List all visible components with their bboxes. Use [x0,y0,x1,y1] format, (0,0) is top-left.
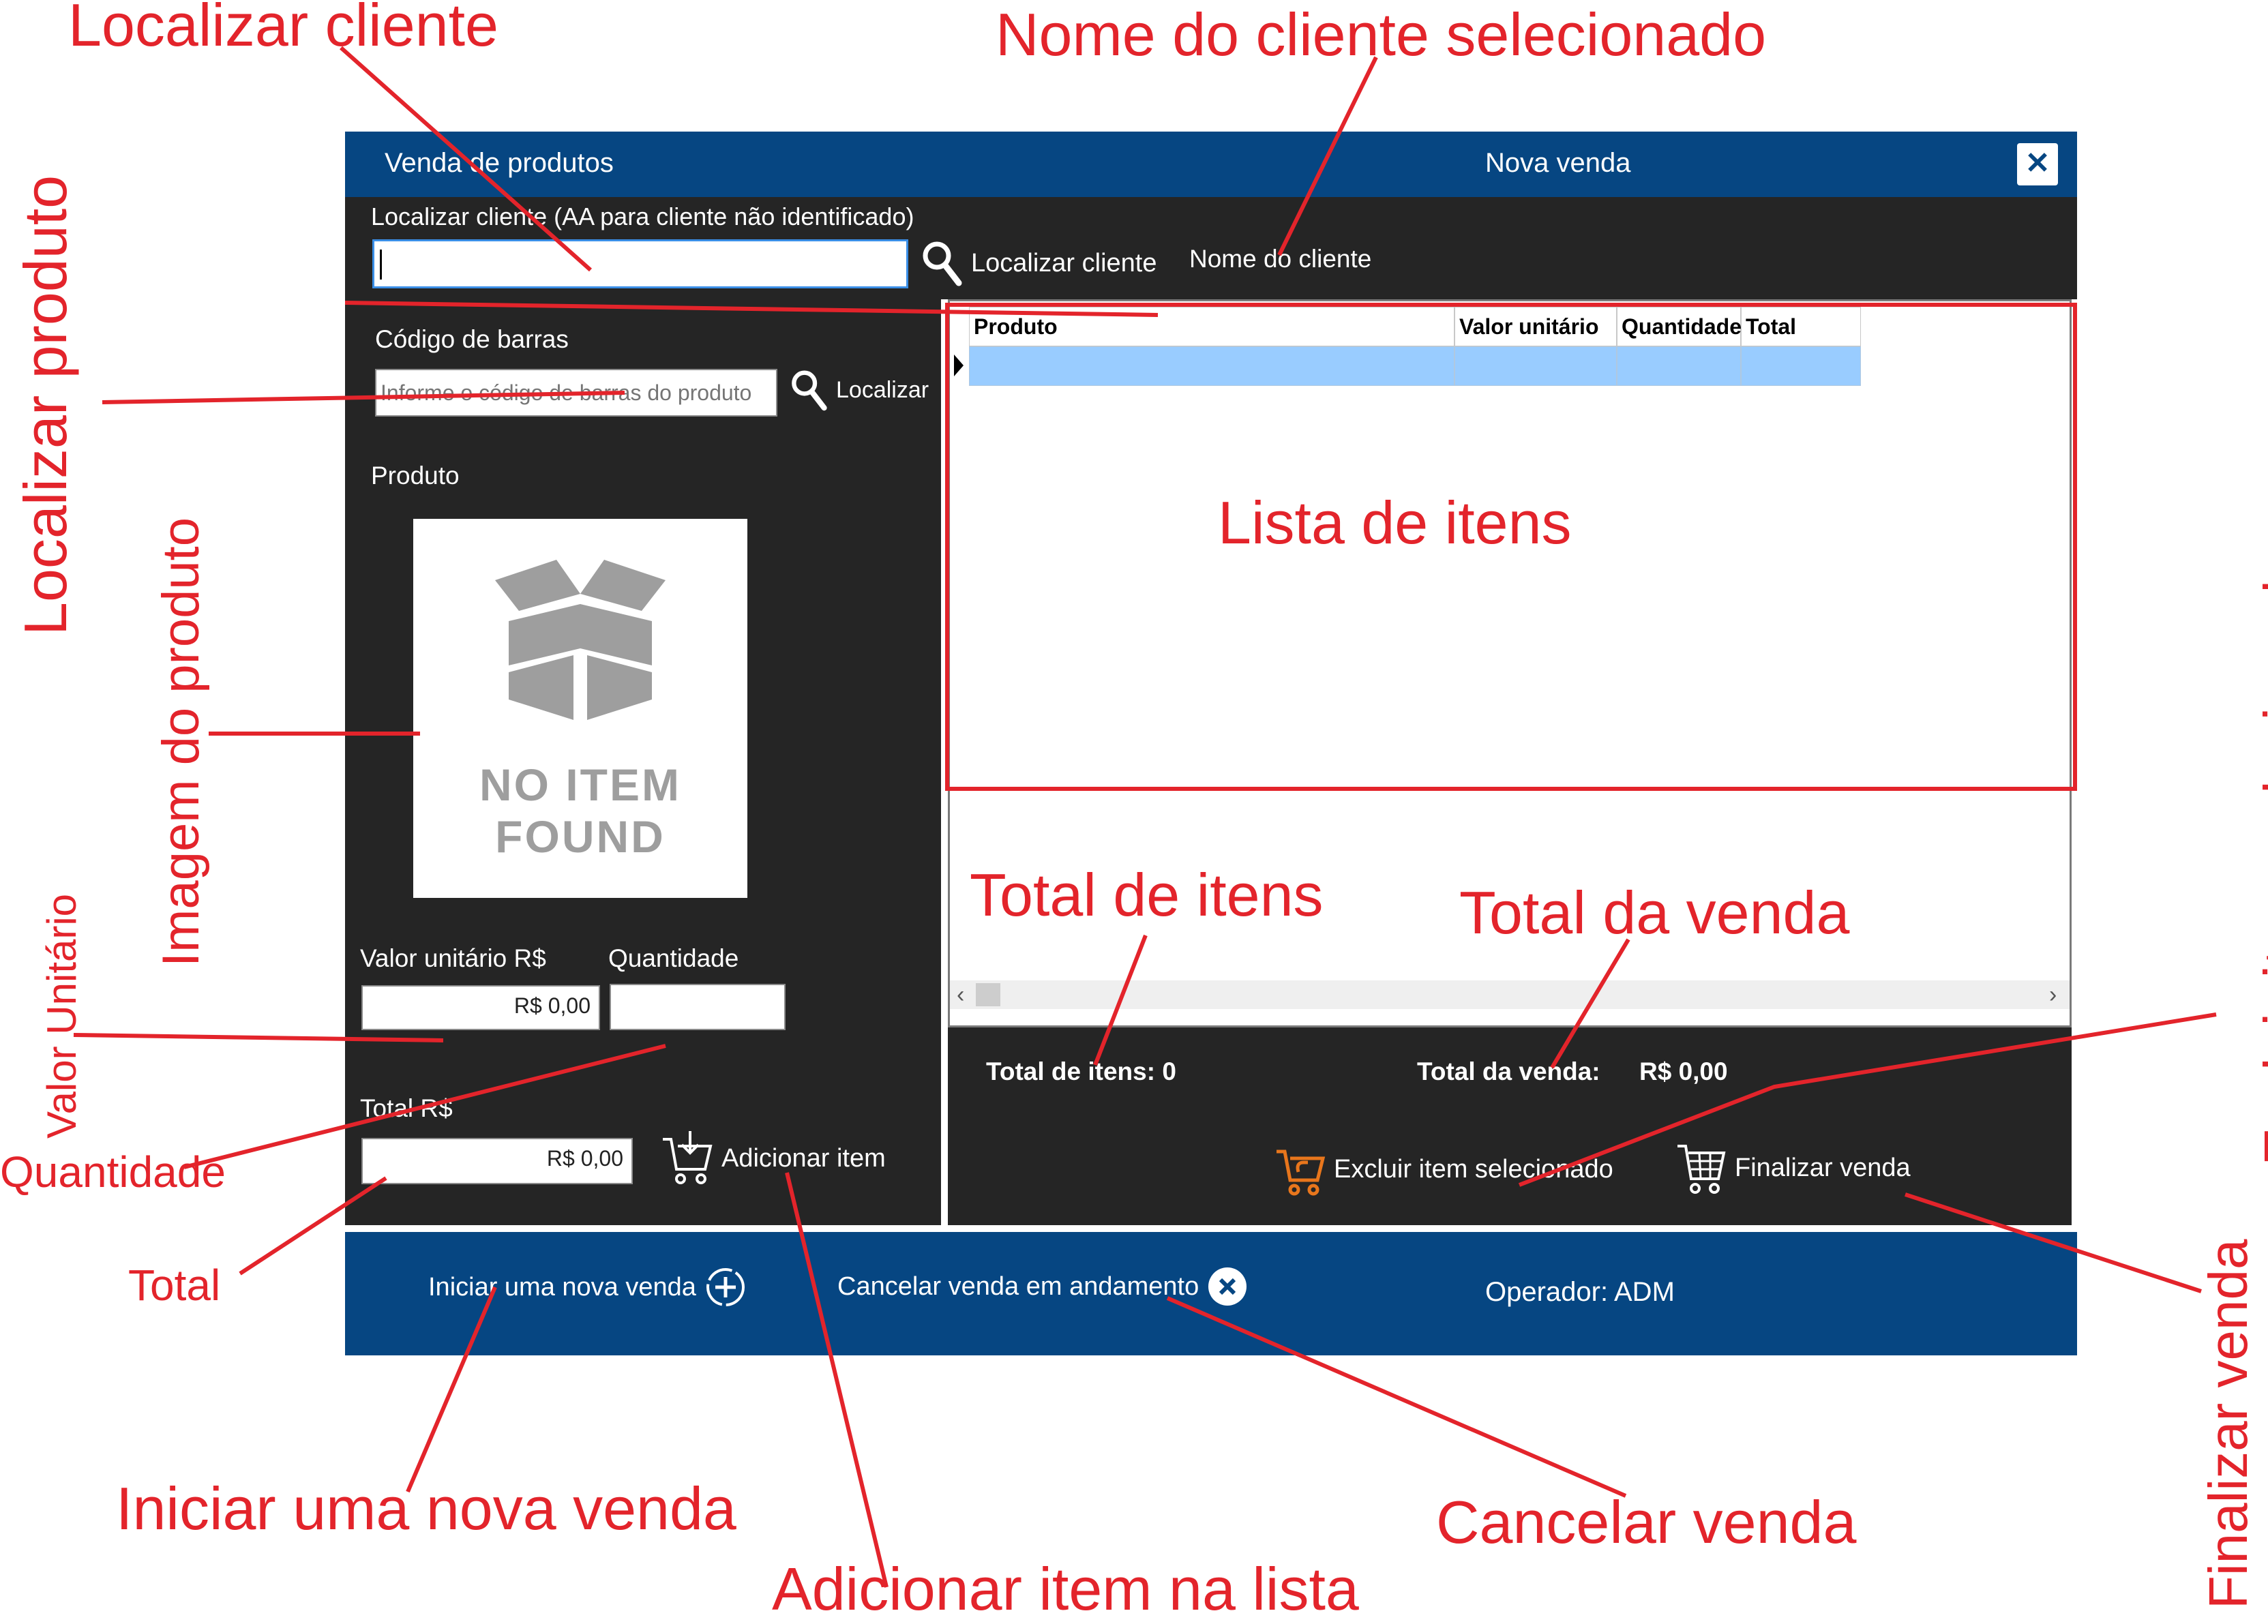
leader-line [1518,1012,2217,1187]
annotation-quantidade: Quantidade [0,1147,226,1197]
leader-line [102,391,625,404]
leader-line [406,1286,497,1493]
leader-line [1093,934,1148,1066]
leader-line [73,1033,444,1042]
annotation-total-venda: Total da venda [1459,879,1850,946]
leader-line [340,46,592,272]
leader-line [344,301,1159,317]
leader-line [1277,56,1378,256]
annotation-nome-cliente: Nome do cliente selecionado [996,1,1767,68]
annotation-imagem-produto: Imagem do produto [152,517,210,967]
leader-line [239,1176,387,1276]
annotation-cancelar-venda: Cancelar venda [1436,1488,1857,1556]
leader-line [785,1172,889,1588]
annotation-valor-unitario: Valor Unitário [39,893,85,1139]
leader-line [183,1044,666,1169]
annotation-excluir-item: Excluir item selecionado [2252,548,2268,1166]
leader-line [1166,1296,1627,1498]
leader-line [1550,938,1630,1069]
annotation-localizar-cliente: Localizar cliente [68,0,498,59]
leader-line [1905,1192,2202,1293]
annotation-lista-itens: Lista de itens [1218,489,1572,556]
annotation-iniciar-venda: Iniciar uma nova venda [116,1475,736,1542]
annotation-localizar-produto: Localizar produto [12,175,79,635]
annotation-adicionar-item: Adicionar item na lista [772,1555,1359,1623]
annotation-total: Total [128,1261,221,1310]
annotation-finalizar-venda: Finalizar venda [2198,1239,2258,1610]
annotation-lines [73,46,2217,1588]
annotation-total-itens: Total de itens [970,861,1324,929]
